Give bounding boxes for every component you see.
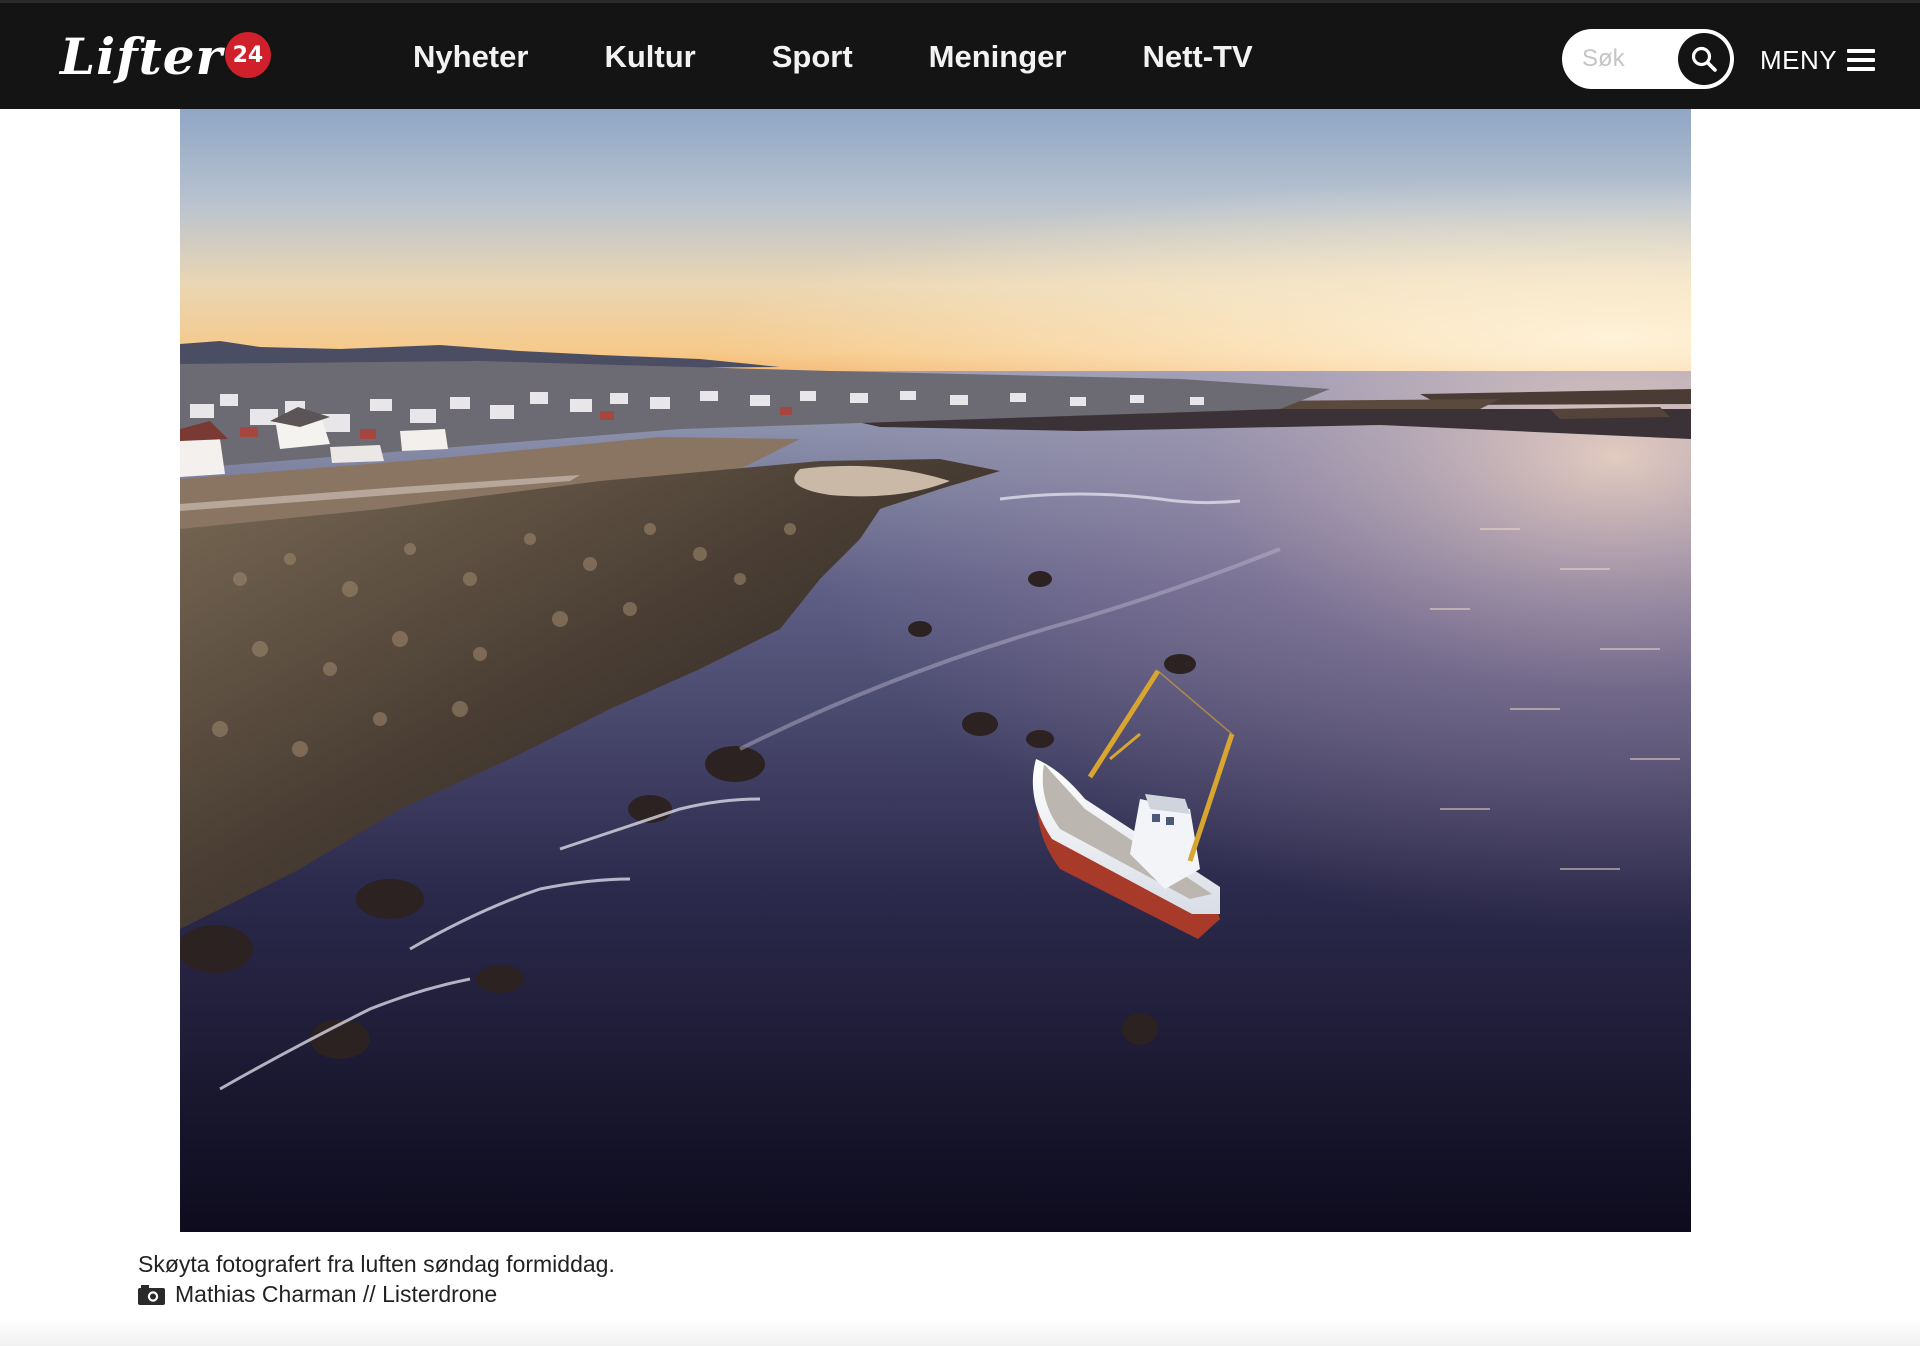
site-header: Lifter 24 Nyheter Kultur Sport Meninger … — [0, 0, 1920, 109]
nav-item-nyheter[interactable]: Nyheter — [413, 37, 528, 77]
nav-item-kultur[interactable]: Kultur — [604, 37, 695, 77]
menu-label: MENY — [1760, 44, 1838, 75]
search-input[interactable] — [1562, 29, 1680, 89]
photo-credit: Mathias Charman // Listerdrone — [138, 1279, 497, 1309]
page-bottom-fade — [0, 1318, 1920, 1346]
nav-item-sport[interactable]: Sport — [772, 37, 853, 77]
main-nav: Nyheter Kultur Sport Meninger Nett-TV — [413, 37, 1329, 77]
nav-item-meninger[interactable]: Meninger — [929, 37, 1067, 77]
search-button[interactable] — [1678, 33, 1730, 85]
hamburger-icon — [1847, 49, 1876, 71]
article-photo — [180, 109, 1691, 1232]
nav-item-nett-tv[interactable]: Nett-TV — [1142, 37, 1252, 77]
logo-wordmark: Lifter — [60, 27, 223, 86]
search-icon — [1691, 46, 1717, 72]
site-logo[interactable]: Lifter 24 — [60, 27, 271, 87]
search-box — [1562, 29, 1734, 89]
menu-button[interactable]: MENY — [1760, 43, 1876, 77]
logo-badge: 24 — [224, 32, 271, 78]
camera-icon — [138, 1284, 165, 1305]
photo-credit-text: Mathias Charman // Listerdrone — [175, 1281, 498, 1307]
photo-caption: Skøyta fotografert fra luften søndag for… — [138, 1251, 615, 1277]
